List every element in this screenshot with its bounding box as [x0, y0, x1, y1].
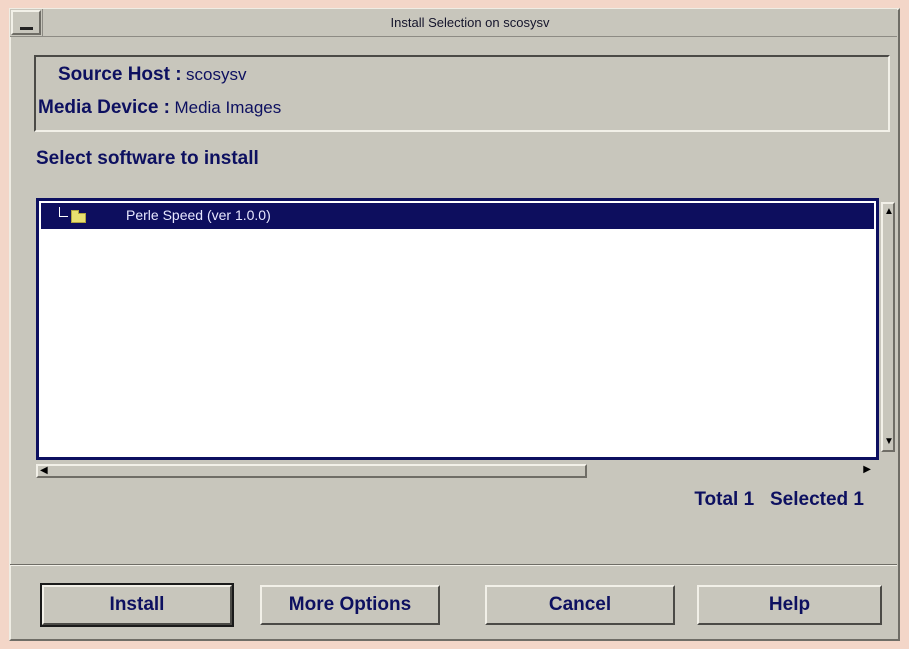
source-host-label: Source Host :: [58, 64, 182, 85]
install-button[interactable]: Install: [40, 583, 234, 627]
source-host-row: Source Host : scosysv: [58, 64, 246, 86]
source-host-value: scosysv: [185, 65, 247, 84]
window-title: Install Selection on scosysv: [42, 9, 897, 36]
selection-counts: Total 1 Selected 1: [694, 489, 864, 510]
horizontal-scrollbar[interactable]: ◀ ▶: [36, 463, 879, 480]
scroll-right-icon[interactable]: ▶: [863, 465, 871, 475]
source-info-box: Source Host : scosysv Media Device : Med…: [34, 55, 890, 132]
vertical-scroll-thumb[interactable]: ▲ ▼: [881, 202, 895, 452]
cancel-button[interactable]: Cancel: [485, 585, 675, 625]
window-menu-button[interactable]: [11, 10, 41, 35]
title-bar[interactable]: Install Selection on scosysv: [10, 9, 897, 37]
vertical-scrollbar[interactable]: ▲ ▼: [880, 198, 898, 460]
media-device-label: Media Device :: [38, 97, 170, 118]
list-item-label: Perle Speed (ver 1.0.0): [126, 207, 271, 223]
folder-icon: [71, 210, 86, 223]
software-list[interactable]: Perle Speed (ver 1.0.0): [36, 198, 879, 460]
window-menu-icon: [20, 27, 33, 30]
scroll-left-icon[interactable]: ◀: [40, 466, 48, 476]
media-device-value: Media Images: [174, 98, 282, 117]
horizontal-scroll-thumb[interactable]: ◀: [36, 464, 587, 478]
more-options-button[interactable]: More Options: [260, 585, 440, 625]
help-button[interactable]: Help: [697, 585, 882, 625]
list-item[interactable]: Perle Speed (ver 1.0.0): [41, 203, 874, 229]
tree-branch-icon: [59, 207, 68, 217]
button-separator: [10, 564, 897, 566]
list-heading: Select software to install: [36, 148, 259, 169]
scroll-up-icon[interactable]: ▲: [884, 207, 894, 217]
scroll-down-icon[interactable]: ▼: [884, 437, 894, 447]
media-device-row: Media Device : Media Images: [38, 97, 281, 119]
